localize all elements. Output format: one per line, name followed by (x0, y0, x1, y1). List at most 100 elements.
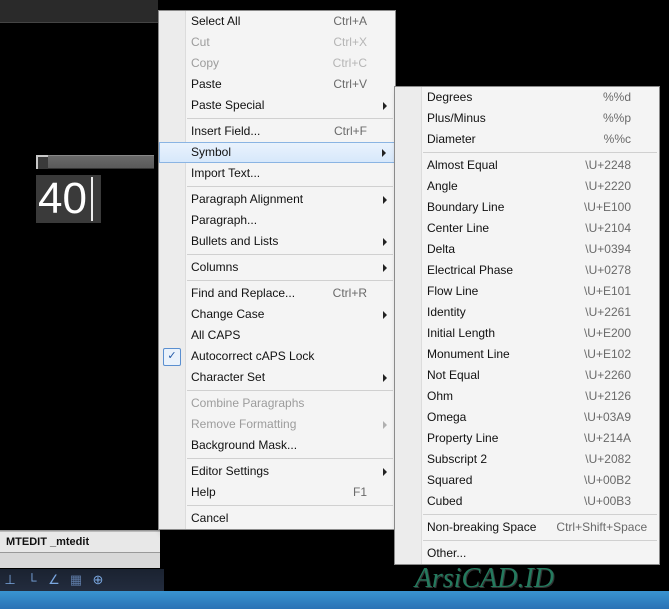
ribbon-fragment (0, 0, 158, 23)
symbol-submenu-item-center-line[interactable]: Center Line\U+2104 (395, 218, 659, 239)
menu-item-shortcut: \U+E100 (564, 197, 631, 218)
check-icon: ✓ (163, 348, 181, 366)
menu-item-label: Character Set (191, 367, 367, 388)
context-menu-item-select-all[interactable]: Select AllCtrl+A (159, 11, 395, 32)
context-menu-item-character-set[interactable]: Character Set (159, 367, 395, 388)
context-menu-item-import-text[interactable]: Import Text... (159, 163, 395, 184)
menu-item-label: Angle (427, 176, 565, 197)
menu-item-shortcut: %%d (583, 87, 631, 108)
menu-item-label: Paragraph... (191, 210, 367, 231)
menu-item-label: Find and Replace... (191, 283, 313, 304)
context-menu-item-symbol[interactable]: Symbol (159, 142, 395, 163)
menu-item-label: Flow Line (427, 281, 564, 302)
symbol-submenu-item-other[interactable]: Other... (395, 543, 659, 564)
mtext-editor[interactable]: 40 (36, 175, 101, 223)
command-line-empty (0, 552, 160, 569)
dyn-icon[interactable]: ⊕ (90, 572, 106, 588)
command-line-text: MTEDIT _mtedit (0, 531, 160, 552)
context-menu-item-bullets-and-lists[interactable]: Bullets and Lists (159, 231, 395, 252)
menu-item-shortcut: Ctrl+F (314, 121, 367, 142)
context-menu-item-editor-settings[interactable]: Editor Settings (159, 461, 395, 482)
context-menu-item-paste-special[interactable]: Paste Special (159, 95, 395, 116)
context-menu-item-background-mask[interactable]: Background Mask... (159, 435, 395, 456)
menu-item-shortcut: Ctrl+C (313, 53, 367, 74)
menu-item-shortcut: \U+2261 (565, 302, 631, 323)
symbol-submenu-item-identity[interactable]: Identity\U+2261 (395, 302, 659, 323)
menu-item-label: Background Mask... (191, 435, 367, 456)
menu-item-label: Cut (191, 32, 313, 53)
symbol-submenu-item-non-breaking-space[interactable]: Non-breaking SpaceCtrl+Shift+Space (395, 517, 659, 538)
symbol-submenu-item-angle[interactable]: Angle\U+2220 (395, 176, 659, 197)
context-menu-item-paragraph-alignment[interactable]: Paragraph Alignment (159, 189, 395, 210)
menu-item-shortcut: Ctrl+R (313, 283, 367, 304)
menu-item-label: Degrees (427, 87, 583, 108)
menu-item-shortcut: \U+E200 (564, 323, 631, 344)
context-menu-item-all-caps[interactable]: All CAPS (159, 325, 395, 346)
submenu-arrow-icon (383, 196, 387, 204)
submenu-arrow-icon (383, 468, 387, 476)
symbol-submenu-item-initial-length[interactable]: Initial Length\U+E200 (395, 323, 659, 344)
menu-item-shortcut: %%c (584, 129, 631, 150)
angle-icon[interactable]: ∠ (46, 572, 62, 588)
symbol-submenu-item-electrical-phase[interactable]: Electrical Phase\U+0278 (395, 260, 659, 281)
context-menu-item-cancel[interactable]: Cancel (159, 508, 395, 529)
status-bar[interactable]: ⊥ └ ∠ ▦ ⊕ (0, 568, 164, 591)
symbol-submenu-item-flow-line[interactable]: Flow Line\U+E101 (395, 281, 659, 302)
symbol-submenu-item-squared[interactable]: Squared\U+00B2 (395, 470, 659, 491)
snap-icon[interactable]: ⊥ (2, 572, 18, 588)
symbol-submenu-item-cubed[interactable]: Cubed\U+00B3 (395, 491, 659, 512)
symbol-submenu-separator (423, 514, 657, 515)
context-menu-item-autocorrect-caps-lock[interactable]: Autocorrect cAPS Lock ✓ (159, 346, 395, 367)
menu-item-label: Initial Length (427, 323, 564, 344)
menu-item-label: Monument Line (427, 344, 564, 365)
symbol-submenu-item-degrees[interactable]: Degrees%%d (395, 87, 659, 108)
taskbar-stripe (0, 591, 669, 609)
symbol-submenu-item-diameter[interactable]: Diameter%%c (395, 129, 659, 150)
menu-item-shortcut: \U+0394 (565, 239, 631, 260)
ortho-icon[interactable]: └ (24, 573, 40, 588)
menu-item-shortcut: \U+00B2 (564, 470, 631, 491)
menu-item-label: Editor Settings (191, 461, 367, 482)
grid-icon[interactable]: ▦ (68, 572, 84, 588)
menu-item-shortcut: Ctrl+X (313, 32, 367, 53)
context-menu-item-change-case[interactable]: Change Case (159, 304, 395, 325)
symbol-submenu-item-plus-minus[interactable]: Plus/Minus%%p (395, 108, 659, 129)
context-menu-item-paste[interactable]: PasteCtrl+V (159, 74, 395, 95)
menu-item-shortcut: \U+03A9 (564, 407, 631, 428)
context-menu-item-columns[interactable]: Columns (159, 257, 395, 278)
context-menu-item-find-and-replace[interactable]: Find and Replace...Ctrl+R (159, 283, 395, 304)
menu-item-label: Diameter (427, 129, 584, 150)
menu-item-shortcut: \U+E101 (564, 281, 631, 302)
context-menu-item-copy: CopyCtrl+C (159, 53, 395, 74)
menu-item-shortcut: \U+2126 (565, 386, 631, 407)
menu-item-label: Help (191, 482, 333, 503)
menu-item-label: Symbol (191, 143, 367, 162)
menu-item-shortcut: \U+214A (564, 428, 631, 449)
symbol-submenu-item-property-line[interactable]: Property Line\U+214A (395, 428, 659, 449)
symbol-submenu-item-ohm[interactable]: Ohm\U+2126 (395, 386, 659, 407)
symbol-submenu-item-monument-line[interactable]: Monument Line\U+E102 (395, 344, 659, 365)
context-menu-separator (187, 186, 393, 187)
context-menu-separator (187, 505, 393, 506)
menu-item-label: Autocorrect cAPS Lock (191, 346, 367, 367)
menu-item-label: Identity (427, 302, 565, 323)
menu-item-label: Squared (427, 470, 564, 491)
symbol-submenu-item-almost-equal[interactable]: Almost Equal\U+2248 (395, 155, 659, 176)
context-menu-item-paragraph[interactable]: Paragraph... (159, 210, 395, 231)
symbol-submenu-item-boundary-line[interactable]: Boundary Line\U+E100 (395, 197, 659, 218)
menu-item-shortcut: \U+2248 (565, 155, 631, 176)
symbol-submenu-item-omega[interactable]: Omega\U+03A9 (395, 407, 659, 428)
context-menu-item-insert-field[interactable]: Insert Field...Ctrl+F (159, 121, 395, 142)
menu-item-label: Plus/Minus (427, 108, 583, 129)
menu-item-label: Import Text... (191, 163, 367, 184)
mtext-content[interactable]: 40 (38, 177, 87, 221)
symbol-submenu[interactable]: Degrees%%dPlus/Minus%%pDiameter%%c Almost… (394, 86, 660, 565)
menu-item-label: Ohm (427, 386, 565, 407)
menu-item-label: Paste (191, 74, 313, 95)
context-menu[interactable]: Select AllCtrl+ACutCtrl+XCopyCtrl+CPaste… (158, 10, 396, 530)
symbol-submenu-item-delta[interactable]: Delta\U+0394 (395, 239, 659, 260)
symbol-submenu-item-subscript-2[interactable]: Subscript 2\U+2082 (395, 449, 659, 470)
command-line[interactable]: MTEDIT _mtedit (0, 530, 160, 569)
symbol-submenu-item-not-equal[interactable]: Not Equal\U+2260 (395, 365, 659, 386)
context-menu-item-help[interactable]: HelpF1 (159, 482, 395, 503)
